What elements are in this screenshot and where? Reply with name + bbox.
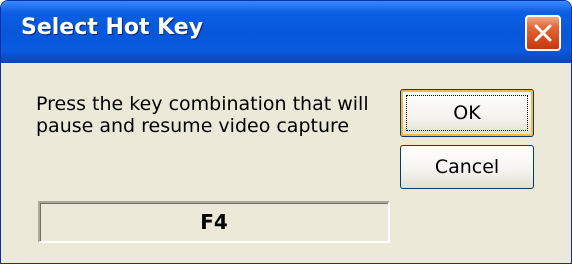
instruction-line-1: Press the key combination that will [36, 93, 369, 115]
ok-button-label: OK [453, 102, 481, 124]
instruction-line-2: pause and resume video capture [36, 115, 350, 137]
cancel-button[interactable]: Cancel [400, 145, 534, 189]
close-button[interactable] [525, 15, 561, 51]
close-icon [534, 24, 552, 42]
hotkey-display-field[interactable]: F4 [38, 201, 390, 243]
instruction-text: Press the key combination that will paus… [36, 93, 376, 137]
window-title: Select Hot Key [21, 15, 204, 40]
dialog-body: Press the key combination that will paus… [4, 63, 568, 263]
ok-button[interactable]: OK [400, 89, 534, 137]
title-bar[interactable]: Select Hot Key [1, 1, 571, 63]
dialog-window: Select Hot Key Press the key combination… [0, 0, 572, 264]
cancel-button-label: Cancel [434, 156, 500, 178]
